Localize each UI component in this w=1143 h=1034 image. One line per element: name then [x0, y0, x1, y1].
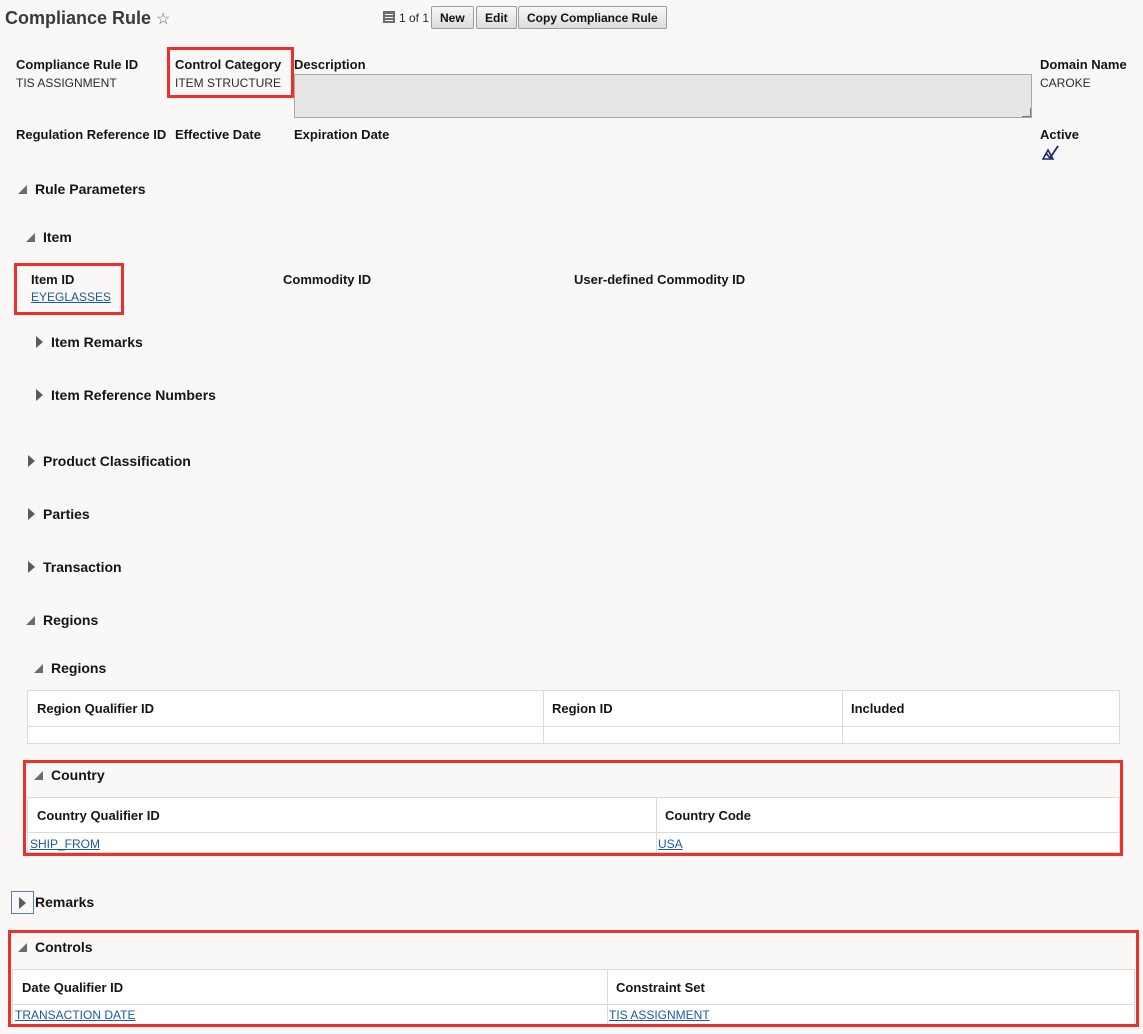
- collapse-icon: [18, 185, 27, 194]
- section-item[interactable]: Item: [26, 229, 72, 245]
- expand-icon: [28, 561, 35, 573]
- domain-name-value: CAROKE: [1040, 76, 1091, 90]
- collapse-icon: [34, 664, 43, 673]
- expand-icon: [28, 508, 35, 520]
- section-product-classification[interactable]: Product Classification: [28, 453, 191, 469]
- expand-icon: [19, 897, 26, 909]
- section-regions[interactable]: Regions: [26, 612, 98, 628]
- section-parties[interactable]: Parties: [28, 506, 90, 522]
- collapse-icon: [26, 233, 35, 242]
- highlight-box-item-id: [14, 263, 124, 315]
- record-list-icon[interactable]: [383, 11, 395, 23]
- edit-button[interactable]: Edit: [476, 6, 517, 29]
- checkbox-checked-icon: [1041, 144, 1060, 163]
- regulation-reference-label: Regulation Reference ID: [16, 127, 167, 142]
- page-title: Compliance Rule: [5, 8, 152, 28]
- section-regions-sub[interactable]: Regions: [34, 660, 106, 676]
- commodity-id-label: Commodity ID: [283, 272, 372, 287]
- column-header[interactable]: Region Qualifier ID: [37, 701, 154, 716]
- expand-icon: [36, 389, 43, 401]
- expand-icon: [28, 455, 35, 467]
- rule-id-label: Compliance Rule ID: [16, 57, 139, 72]
- highlight-box-country: [23, 760, 1123, 856]
- column-header[interactable]: Region ID: [552, 701, 613, 716]
- section-rule-parameters[interactable]: Rule Parameters: [18, 181, 146, 197]
- section-remarks[interactable]: Remarks: [35, 894, 94, 910]
- expiration-date-label: Expiration Date: [294, 127, 390, 142]
- expand-icon: [36, 336, 43, 348]
- active-label: Active: [1040, 127, 1080, 142]
- domain-name-label: Domain Name: [1040, 57, 1127, 72]
- remarks-expand-button[interactable]: [11, 891, 34, 914]
- section-transaction[interactable]: Transaction: [28, 559, 122, 575]
- copy-compliance-rule-button[interactable]: Copy Compliance Rule: [518, 6, 667, 29]
- highlight-box-controls: [8, 930, 1139, 1027]
- section-item-remarks[interactable]: Item Remarks: [36, 334, 143, 350]
- column-header[interactable]: Included: [851, 701, 904, 716]
- description-field[interactable]: [294, 74, 1032, 118]
- regions-table: Region Qualifier ID Region ID Included: [27, 690, 1120, 744]
- new-button[interactable]: New: [431, 6, 474, 29]
- effective-date-label: Effective Date: [175, 127, 261, 142]
- collapse-icon: [26, 616, 35, 625]
- record-counter: 1 of 1: [399, 11, 430, 25]
- star-icon[interactable]: ☆: [156, 9, 170, 29]
- rule-id-value: TIS ASSIGNMENT: [16, 76, 117, 90]
- resize-handle-icon[interactable]: [1022, 108, 1031, 117]
- section-item-reference-numbers[interactable]: Item Reference Numbers: [36, 387, 216, 403]
- description-label: Description: [294, 57, 366, 72]
- highlight-box-control-category: [167, 47, 294, 98]
- user-defined-commodity-id-label: User-defined Commodity ID: [574, 272, 746, 287]
